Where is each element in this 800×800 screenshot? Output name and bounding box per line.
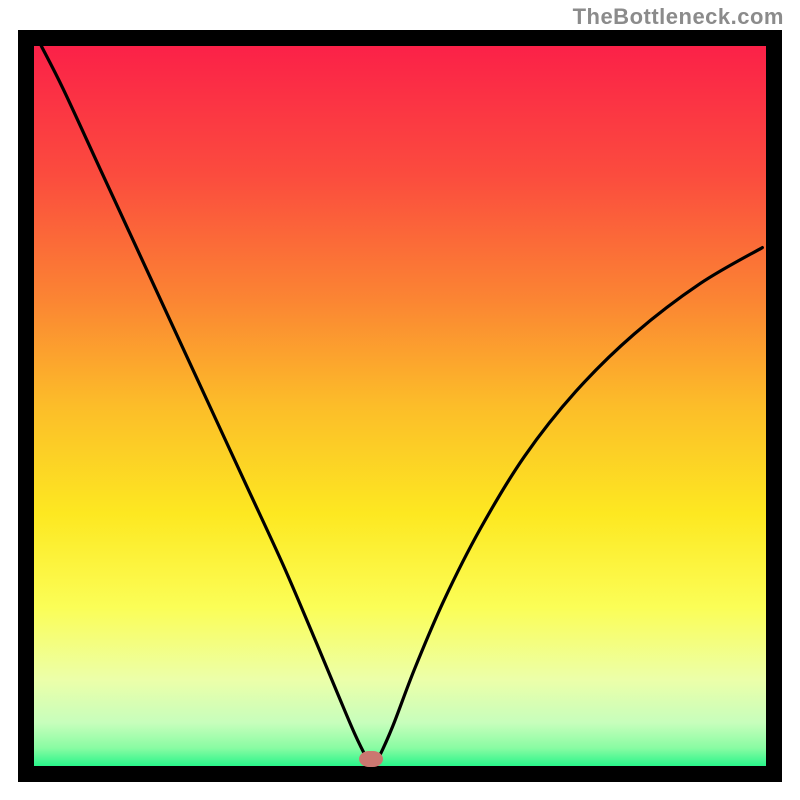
minimum-marker xyxy=(359,751,383,767)
plot-frame xyxy=(18,30,782,782)
chart-container: { "watermark": "TheBottleneck.com", "fra… xyxy=(0,0,800,800)
watermark-text: TheBottleneck.com xyxy=(573,4,784,30)
